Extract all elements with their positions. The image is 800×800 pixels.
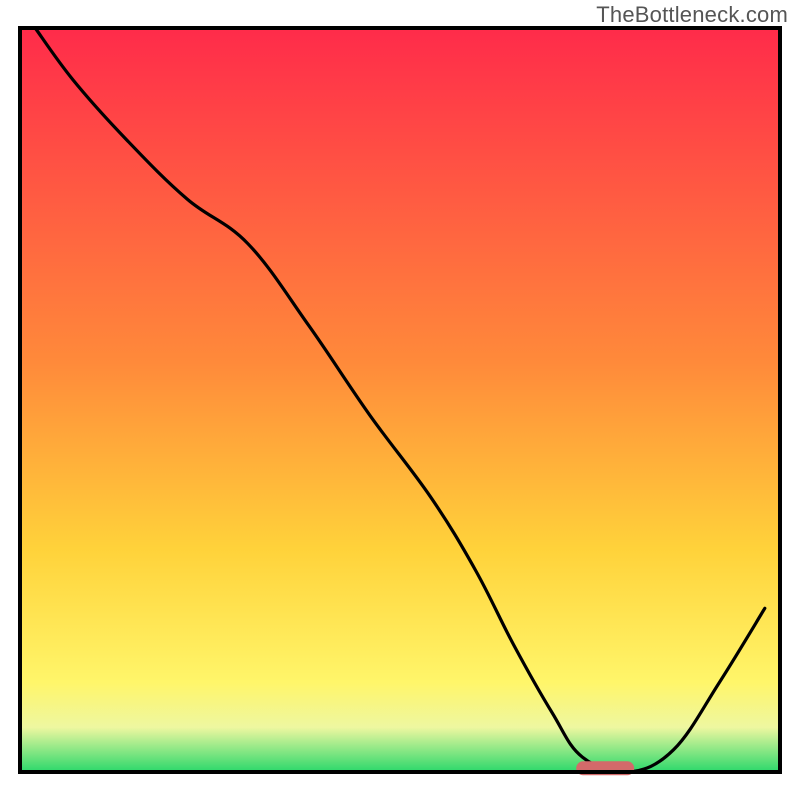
chart-svg bbox=[0, 0, 800, 800]
chart-root: { "watermark": "TheBottleneck.com", "cha… bbox=[0, 0, 800, 800]
watermark-text: TheBottleneck.com bbox=[596, 2, 788, 28]
plot-background bbox=[20, 28, 780, 772]
